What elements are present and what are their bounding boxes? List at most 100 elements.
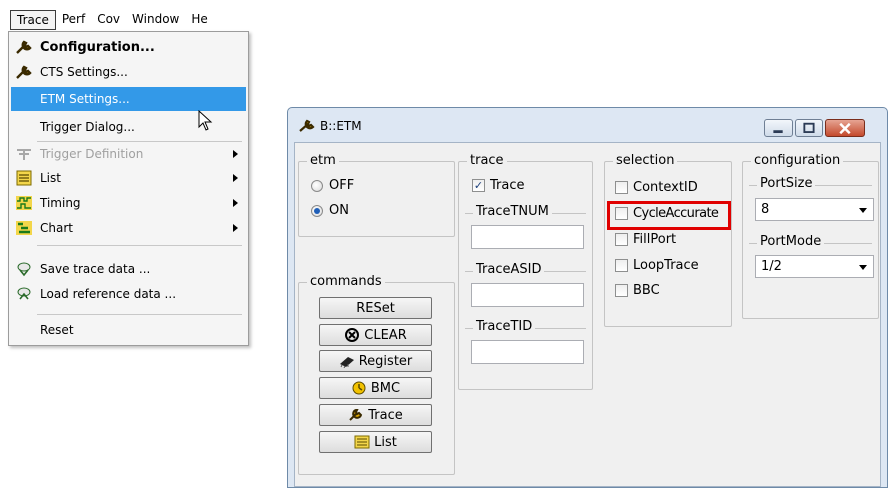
maximize-button[interactable] — [795, 119, 823, 137]
wrench-icon — [16, 65, 32, 79]
checkbox-label: FillPort — [633, 232, 677, 247]
menu-cov[interactable]: Cov — [91, 10, 126, 30]
radio-label: ON — [329, 203, 349, 218]
radio-button[interactable] — [311, 179, 323, 192]
menu-item-label: CTS Settings... — [40, 65, 128, 79]
menu-item-timing[interactable]: Timing — [11, 191, 246, 215]
menu-item-etm-settings[interactable]: ETM Settings... — [11, 87, 246, 111]
menu-item-label: List — [40, 171, 61, 185]
window-client-area: etm OFF ON commands RESet CLEAR Register… — [294, 142, 881, 487]
bmc-icon — [352, 381, 366, 395]
submenu-arrow-icon — [233, 199, 238, 207]
menu-item-label: Chart — [40, 221, 73, 235]
menu-perf[interactable]: Perf — [56, 10, 91, 30]
button-label: RESet — [356, 300, 395, 316]
fillport-checkbox[interactable]: FillPort — [615, 232, 676, 247]
etm-group: etm OFF ON — [298, 153, 455, 237]
group-title: selection — [613, 153, 678, 169]
tracetnum-input[interactable] — [471, 225, 584, 249]
button-label: CLEAR — [364, 327, 407, 343]
button-label: Trace — [368, 407, 403, 423]
menu-item-label: Trigger Definition — [40, 147, 144, 161]
portsize-select[interactable]: 8 — [755, 198, 874, 221]
menu-item-label: Save trace data ... — [40, 262, 151, 276]
close-icon — [839, 122, 851, 135]
menu-item-configuration[interactable]: Configuration... — [11, 35, 246, 59]
chevron-down-icon — [859, 208, 867, 213]
wrench-icon — [349, 409, 363, 421]
radio-on[interactable]: ON — [311, 203, 349, 218]
menu-item-label: Reset — [40, 323, 74, 337]
menu-item-load-reference-data[interactable]: Load reference data ... — [11, 282, 246, 306]
checkbox[interactable] — [615, 233, 628, 246]
register-button[interactable]: Register — [319, 350, 432, 372]
portsize-label: PortSize — [757, 176, 816, 191]
radio-label: OFF — [329, 178, 355, 193]
checkbox-label: ContextID — [633, 180, 698, 195]
checkbox[interactable]: ✓ — [472, 179, 485, 192]
menu-window[interactable]: Window — [126, 10, 185, 30]
menu-item-label: ETM Settings... — [40, 92, 130, 106]
trace-dropdown-menu: Configuration... CTS Settings... ETM Set… — [8, 31, 249, 346]
list-button[interactable]: List — [319, 431, 432, 453]
checkbox[interactable] — [615, 259, 628, 272]
button-label: Register — [358, 353, 413, 369]
checkbox-label: LoopTrace — [633, 258, 699, 273]
button-label: BMC — [370, 380, 401, 396]
menu-item-chart[interactable]: Chart — [11, 216, 246, 240]
portmode-select[interactable]: 1/2 — [755, 255, 874, 278]
checkbox[interactable] — [615, 284, 628, 297]
submenu-arrow-icon — [233, 224, 238, 232]
commands-group: commands RESet CLEAR Register BMC Trace … — [298, 274, 455, 475]
looptrace-checkbox[interactable]: LoopTrace — [615, 258, 699, 273]
checkbox-label: Trace — [490, 178, 525, 193]
bbc-checkbox[interactable]: BBC — [615, 283, 660, 298]
close-button[interactable] — [825, 119, 865, 137]
menu-bar: Trace Perf Cov Window He — [8, 9, 262, 31]
radio-off[interactable]: OFF — [311, 178, 354, 193]
chip-icon — [339, 357, 354, 368]
menu-item-list[interactable]: List — [11, 166, 246, 190]
wrench-icon — [16, 40, 32, 54]
list-icon — [16, 170, 32, 186]
menu-item-reset[interactable]: Reset — [11, 318, 246, 342]
group-title: trace — [467, 153, 507, 169]
save-icon — [17, 262, 31, 277]
trigger-icon — [17, 149, 31, 160]
group-title: configuration — [751, 153, 844, 169]
tracetid-input[interactable] — [471, 340, 584, 364]
menu-item-label: Trigger Dialog... — [40, 120, 135, 134]
group-title: etm — [307, 153, 339, 169]
portmode-label: PortMode — [757, 234, 825, 249]
chevron-down-icon — [859, 265, 867, 270]
highlight-box — [607, 201, 731, 230]
checkbox[interactable] — [615, 181, 628, 194]
trace-checkbox[interactable]: ✓ Trace — [472, 178, 525, 193]
submenu-arrow-icon — [233, 150, 238, 158]
menu-item-save-trace-data[interactable]: Save trace data ... — [11, 257, 246, 281]
field-label-tracetnum: TraceTNUM — [473, 204, 552, 219]
minimize-button[interactable] — [764, 119, 793, 137]
timing-icon — [16, 196, 32, 210]
bmc-button[interactable]: BMC — [319, 377, 432, 399]
contextid-checkbox[interactable]: ContextID — [615, 180, 698, 195]
checkbox-label: BBC — [633, 283, 660, 298]
menu-separator — [37, 314, 242, 315]
clear-icon — [345, 328, 360, 342]
window-title-bar[interactable]: B::ETM — [288, 108, 887, 142]
radio-button[interactable] — [311, 204, 323, 217]
reset-button[interactable]: RESet — [319, 297, 432, 319]
field-label-tracetid: TraceTID — [473, 319, 536, 334]
traceasid-input[interactable] — [471, 283, 584, 307]
menu-help[interactable]: He — [185, 10, 213, 30]
maximize-icon — [803, 122, 815, 133]
chart-icon — [16, 221, 32, 235]
submenu-arrow-icon — [233, 174, 238, 182]
menu-trace[interactable]: Trace — [10, 10, 56, 30]
minimize-icon — [773, 130, 783, 134]
select-value: 1/2 — [761, 259, 782, 274]
trace-button[interactable]: Trace — [319, 404, 432, 426]
select-value: 8 — [761, 202, 770, 217]
menu-item-cts-settings[interactable]: CTS Settings... — [11, 60, 246, 84]
clear-button[interactable]: CLEAR — [319, 324, 432, 346]
